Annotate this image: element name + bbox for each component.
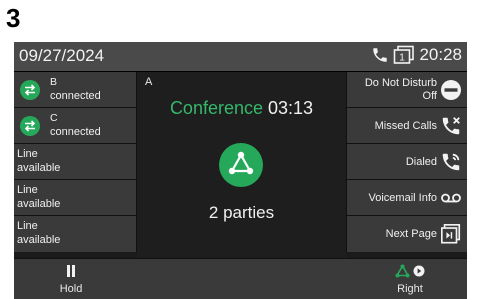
page-number: 3 [6, 3, 21, 33]
softkey-bar: Hold Right [14, 258, 467, 299]
conference-status: Conference 03:13 [137, 98, 346, 119]
status-right-group: 1 20:28 [371, 45, 462, 65]
play-circle-icon [413, 265, 425, 277]
conference-small-icon [395, 264, 410, 278]
next-page-key[interactable]: Next Page [346, 216, 467, 252]
hold-button[interactable]: Hold [16, 259, 126, 299]
party-count: 2 parties [208, 203, 275, 222]
call-panel: A Conference 03:13 2 parties [137, 72, 346, 258]
line-key-c[interactable]: C connected [14, 108, 137, 144]
missed-calls-key[interactable]: Missed Calls [346, 108, 467, 144]
voicemail-label: Voicemail Info [368, 192, 437, 204]
transfer-arrows-icon [20, 80, 40, 100]
line-key-label: Line [17, 148, 38, 160]
line-key-label: Line [17, 184, 38, 196]
line-key-status: connected [50, 90, 101, 102]
line-key-status: available [17, 234, 61, 246]
dialed-key[interactable]: Dialed [346, 144, 467, 180]
line-indicator-icon: 1 [394, 45, 415, 64]
do-not-disturb-key[interactable]: Do Not Disturb Off [346, 72, 467, 108]
line-key-name: C [50, 112, 58, 124]
right-softkey-icons [355, 263, 465, 279]
feature-keys: Do Not Disturb Off Missed Calls Dialed V… [346, 72, 467, 252]
line-key-status: connected [50, 126, 101, 138]
call-timer: 03:13 [268, 98, 314, 118]
phone-screen: 09/27/2024 1 20:28 B connected C connect… [14, 42, 467, 299]
next-page-icon [441, 224, 461, 244]
line-key-status: available [17, 198, 61, 210]
line-key-available-1[interactable]: Line available [14, 144, 137, 180]
dnd-title: Do Not Disturb [364, 77, 437, 89]
line-key-available-2[interactable]: Line available [14, 180, 137, 216]
dialed-calls-icon [442, 153, 460, 171]
transfer-arrows-icon [20, 116, 40, 136]
line-key-b[interactable]: B connected [14, 72, 137, 108]
missed-calls-label: Missed Calls [374, 120, 437, 132]
line-key-name: B [50, 76, 58, 88]
pause-icon [16, 263, 126, 279]
right-button[interactable]: Right [355, 259, 465, 299]
dialed-label: Dialed [405, 156, 437, 168]
line-indicator-number: 1 [400, 53, 406, 64]
line-key-available-3[interactable]: Line available [14, 216, 137, 252]
hold-label: Hold [59, 283, 83, 295]
dnd-label: Do Not Disturb Off [365, 77, 437, 103]
right-label: Right [397, 283, 423, 295]
call-line-id: A [145, 76, 153, 88]
dnd-state: Off [422, 90, 437, 102]
voicemail-key[interactable]: Voicemail Info [346, 180, 467, 216]
conference-icon [219, 143, 263, 187]
do-not-disturb-icon [441, 80, 461, 100]
line-keys: B connected C connected Line available L… [14, 72, 137, 252]
clock: 20:28 [419, 45, 462, 64]
voicemail-icon [441, 193, 461, 203]
missed-calls-icon [442, 117, 460, 135]
line-key-label: Line [17, 220, 38, 232]
next-page-label: Next Page [385, 228, 437, 240]
status-bar: 09/27/2024 1 20:28 [14, 42, 467, 72]
phone-icon [373, 48, 388, 62]
conference-label: Conference [169, 98, 263, 118]
line-key-status: available [17, 162, 61, 174]
date-display: 09/27/2024 [19, 46, 105, 65]
